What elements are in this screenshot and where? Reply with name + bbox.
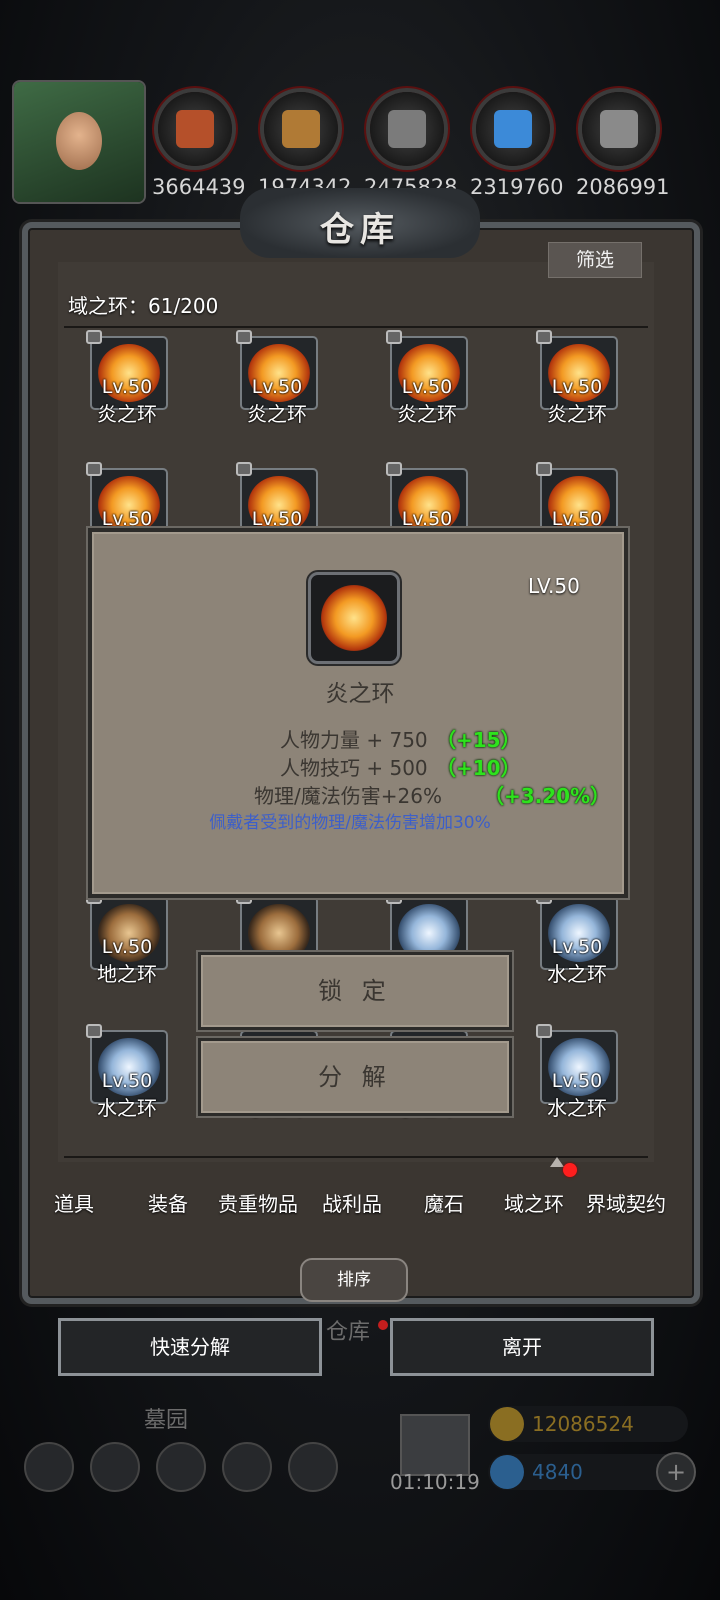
iron-icon	[600, 110, 638, 148]
map-icon[interactable]	[156, 1442, 206, 1492]
lock-button[interactable]: 锁 定	[198, 952, 512, 1030]
item-name: 水之环	[547, 962, 607, 986]
item-level: Lv.50	[101, 1070, 153, 1092]
inventory-item[interactable]: Lv.50 地之环	[86, 890, 168, 986]
lock-icon	[236, 462, 252, 476]
gold-value: 12086524	[532, 1412, 634, 1436]
item-level: Lv.50	[251, 376, 303, 398]
sort-button[interactable]: 排序	[300, 1258, 408, 1302]
background-notification-dot	[378, 1320, 388, 1330]
tab-magic-stones[interactable]: 魔石	[424, 1188, 464, 1217]
stone-icon	[388, 110, 426, 148]
decompose-button[interactable]: 分 解	[198, 1038, 512, 1116]
gem-icon	[490, 1455, 524, 1489]
meat-icon	[176, 110, 214, 148]
settings-icon[interactable]	[24, 1442, 74, 1492]
stat-strength: 人物力量 + 750	[280, 728, 428, 752]
item-level: Lv.50	[551, 1070, 603, 1092]
inventory-item[interactable]: Lv.50 水之环	[86, 1024, 168, 1120]
crystal-icon	[494, 110, 532, 148]
tab-valuables[interactable]: 贵重物品	[218, 1188, 298, 1217]
item-name: 地之环	[97, 962, 157, 986]
handshake-icon[interactable]	[288, 1442, 338, 1492]
lock-icon	[536, 462, 552, 476]
tab-loot[interactable]: 战利品	[322, 1188, 382, 1217]
item-name: 水之环	[547, 1096, 607, 1120]
leave-button[interactable]: 离开	[390, 1318, 654, 1376]
item-name: 水之环	[97, 1096, 157, 1120]
item-name: 炎之环	[247, 402, 307, 426]
fire-ring-icon	[321, 585, 387, 651]
item-level: Lv.50	[101, 376, 153, 398]
tooltip-item-name: 炎之环	[325, 681, 395, 707]
selected-item-icon	[308, 572, 400, 664]
tooltip-level: LV.50	[528, 574, 580, 598]
tooltip-description: 佩戴者受到的物理/魔法伤害增加30%	[209, 813, 491, 833]
resource-crystal-icon	[476, 92, 550, 166]
stat-damage: 物理/魔法伤害+26%	[254, 784, 442, 808]
background-warehouse-label: 仓库	[326, 1320, 371, 1345]
lock-icon	[236, 330, 252, 344]
gift-icon[interactable]	[400, 1414, 470, 1476]
shield-icon[interactable]	[90, 1442, 140, 1492]
wood-icon	[282, 110, 320, 148]
resource-count: 2319760	[470, 175, 564, 199]
tab-items[interactable]: 道具	[54, 1188, 94, 1217]
lock-icon	[386, 330, 402, 344]
stat-strength-bonus: （+15）	[436, 728, 521, 752]
tab-realm-contracts[interactable]: 界域契约	[586, 1188, 666, 1217]
item-name: 炎之环	[397, 402, 457, 426]
lock-icon	[86, 1024, 102, 1038]
stat-skill: 人物技巧 + 500	[280, 756, 428, 780]
resource-count: 2086991	[576, 175, 670, 199]
lock-icon	[386, 462, 402, 476]
lock-icon	[536, 1024, 552, 1038]
inventory-item[interactable]: Lv.50 炎之环	[536, 330, 618, 426]
filter-button[interactable]: 筛选	[548, 242, 642, 278]
active-tab-indicator	[550, 1157, 564, 1167]
resource-meat-icon	[158, 92, 232, 166]
lock-icon	[86, 462, 102, 476]
item-level: Lv.50	[551, 376, 603, 398]
item-level: Lv.50	[551, 936, 603, 958]
add-currency-button[interactable]: +	[656, 1452, 696, 1492]
inventory-item[interactable]: Lv.50 水之环	[536, 1024, 618, 1120]
gift-timer: 01:10:19	[390, 1470, 480, 1494]
ring-count-label: 域之环：61/200	[68, 294, 219, 318]
lock-icon	[86, 330, 102, 344]
cemetery-label: 墓园	[144, 1408, 189, 1433]
item-level: Lv.50	[401, 376, 453, 398]
mail-icon[interactable]	[222, 1442, 272, 1492]
lock-icon	[536, 330, 552, 344]
gem-value: 4840	[532, 1460, 583, 1484]
inventory-item[interactable]: Lv.50 炎之环	[86, 330, 168, 426]
resource-stone-icon	[370, 92, 444, 166]
item-level: Lv.50	[101, 936, 153, 958]
gold-coin-icon	[490, 1407, 524, 1441]
item-name: 炎之环	[547, 402, 607, 426]
player-avatar[interactable]	[14, 82, 144, 202]
category-tabs: 道具 装备 贵重物品 战利品 魔石 域之环 界域契约	[30, 1168, 690, 1234]
item-level: Lv.50	[251, 508, 303, 530]
resource-wood-icon	[264, 92, 338, 166]
item-level: Lv.50	[101, 508, 153, 530]
item-level: Lv.50	[401, 508, 453, 530]
inventory-item[interactable]: Lv.50 炎之环	[236, 330, 318, 426]
tab-equipment[interactable]: 装备	[148, 1188, 188, 1217]
resource-iron-icon	[582, 92, 656, 166]
resource-count: 3664439	[152, 175, 246, 199]
item-name: 炎之环	[97, 402, 157, 426]
inventory-item[interactable]: Lv.50 水之环	[536, 890, 618, 986]
stat-damage-bonus: （+3.20%）	[484, 784, 611, 808]
quick-decompose-button[interactable]: 快速分解	[58, 1318, 322, 1376]
avatar-face	[56, 112, 102, 170]
tab-domain-rings[interactable]: 域之环	[504, 1188, 564, 1217]
inventory-item[interactable]: Lv.50 炎之环	[386, 330, 468, 426]
top-divider	[64, 326, 648, 328]
item-level: Lv.50	[551, 508, 603, 530]
stat-skill-bonus: （+10）	[436, 756, 521, 780]
